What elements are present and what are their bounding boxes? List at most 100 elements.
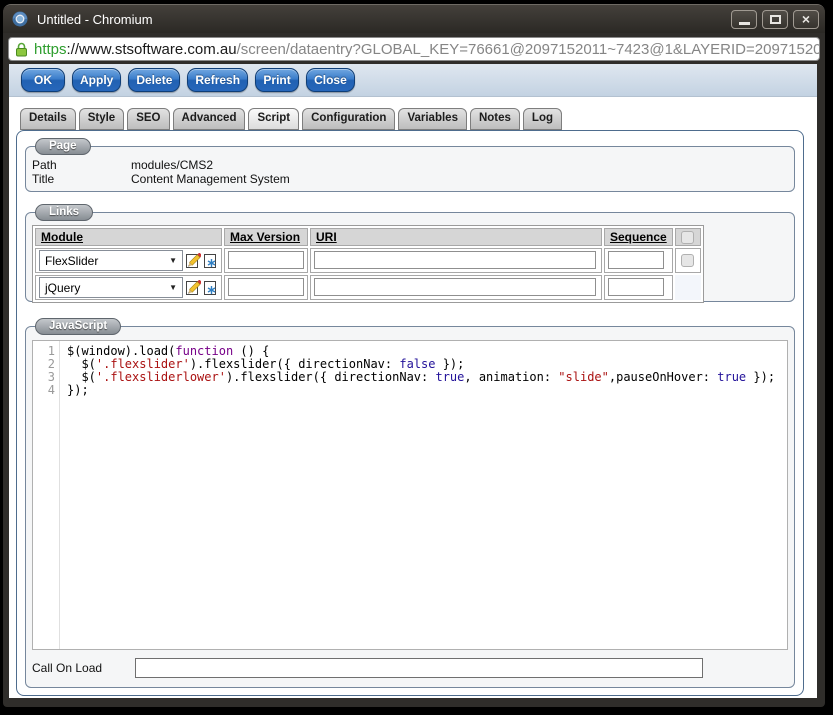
tab-configuration[interactable]: Configuration (302, 108, 395, 130)
uri-input[interactable] (314, 251, 596, 269)
new-module-button[interactable] (202, 253, 218, 269)
edit-module-button[interactable] (185, 253, 201, 269)
close-icon: × (802, 12, 810, 26)
line-number: 4 (33, 384, 55, 397)
code-token-plain: $( (67, 370, 96, 384)
browser-window: Untitled - Chromium × https://www.stsoft… (3, 4, 825, 707)
page-fieldset: Page Pathmodules/CMS2TitleContent Manage… (25, 146, 795, 192)
links-row: FlexSlider▼ (35, 248, 701, 273)
links-fieldset: Links ModuleMax VersionURISequence FlexS… (25, 212, 795, 302)
code-token-string: '.flexslider' (96, 357, 190, 371)
column-header-uri[interactable]: URI (310, 228, 602, 246)
web-page: OK Apply Delete Refresh Print Close DetailsSt… (9, 64, 817, 698)
edit-module-button[interactable] (185, 280, 201, 296)
code-token-atom: true (717, 370, 746, 384)
code-token-plain: $( (67, 357, 96, 371)
row-checkbox[interactable] (681, 254, 694, 267)
module-select[interactable]: FlexSlider▼ (39, 250, 183, 271)
column-header-module[interactable]: Module (35, 228, 222, 246)
links-row: jQuery▼ (35, 275, 701, 300)
field-label: Path (32, 158, 131, 172)
select-all-checkbox[interactable] (681, 231, 694, 244)
code-token-plain: }); (746, 370, 775, 384)
max-version-input[interactable] (228, 251, 304, 269)
print-button[interactable]: Print (255, 68, 299, 92)
code-token-plain: $(window).load( (67, 344, 175, 358)
code-editor[interactable]: 1234 $(window).load(function () { $('.fl… (32, 340, 788, 650)
module-select[interactable]: jQuery▼ (39, 277, 183, 298)
max-version-input[interactable] (228, 278, 304, 296)
tab-variables[interactable]: Variables (398, 108, 467, 130)
delete-button[interactable]: Delete (128, 68, 180, 92)
close-button[interactable]: × (793, 10, 819, 29)
call-on-load-row: Call On Load (32, 658, 788, 678)
apply-button[interactable]: Apply (72, 68, 121, 92)
column-header-sequence[interactable]: Sequence (604, 228, 673, 246)
field-row: Pathmodules/CMS2 (32, 158, 794, 172)
ok-button[interactable]: OK (21, 68, 65, 92)
column-header-label: Module (41, 230, 83, 244)
tab-script[interactable]: Script (248, 108, 299, 130)
maximize-icon (770, 15, 781, 24)
code-content: $(window).load(function () { $('.flexsli… (60, 341, 775, 649)
module-select-value: FlexSlider (45, 254, 98, 268)
sequence-input[interactable] (608, 251, 664, 269)
url-scheme: https (34, 41, 67, 58)
window-titlebar[interactable]: Untitled - Chromium × (3, 5, 825, 33)
code-token-keyword: function (175, 344, 233, 358)
window-title: Untitled - Chromium (37, 12, 726, 27)
sequence-input[interactable] (608, 278, 664, 296)
call-on-load-input[interactable] (135, 658, 703, 678)
code-token-plain: }); (435, 357, 464, 371)
column-header-label: Sequence (610, 230, 667, 244)
tab-log[interactable]: Log (523, 108, 562, 130)
browser-url-row: https://www.stsoftware.com.au/screen/dat… (3, 33, 825, 64)
code-token-plain: ,pauseOnHover: (609, 370, 717, 384)
tab-content: Page Pathmodules/CMS2TitleContent Manage… (16, 130, 804, 696)
tab-bar: DetailsStyleSEOAdvancedScriptConfigurati… (20, 108, 817, 130)
code-line: $('.flexsliderlower').flexslider({ direc… (67, 371, 775, 384)
code-token-plain: ).flexslider({ directionNav: (226, 370, 436, 384)
column-header-select (675, 228, 701, 246)
refresh-button[interactable]: Refresh (187, 68, 248, 92)
minimize-icon (739, 22, 750, 25)
links-table: Module Max Version URI Sequence FlexSlider▼… (32, 225, 704, 303)
column-header-label: Max Version (230, 230, 300, 244)
maximize-button[interactable] (762, 10, 788, 29)
javascript-fieldset: JavaScript 1234 $(window).load(function … (25, 326, 795, 688)
code-line: }); (67, 384, 775, 397)
field-label: Title (32, 172, 131, 186)
chromium-icon (12, 11, 28, 27)
page-legend: Page (35, 138, 91, 155)
module-select-value: jQuery (45, 281, 80, 295)
url-path: /screen/dataentry?GLOBAL_KEY=76661@20971… (237, 41, 819, 58)
field-value: Content Management System (131, 172, 290, 186)
tab-notes[interactable]: Notes (470, 108, 520, 130)
uri-input[interactable] (314, 278, 596, 296)
url-host: ://www.stsoftware.com.au (67, 41, 237, 58)
javascript-legend: JavaScript (35, 318, 121, 335)
page-fields: Pathmodules/CMS2TitleContent Management … (32, 158, 794, 186)
field-value: modules/CMS2 (131, 158, 213, 172)
line-numbers: 1234 (33, 341, 60, 649)
padlock-icon (15, 42, 28, 57)
close-button[interactable]: Close (306, 68, 355, 92)
module-cell: jQuery▼ (39, 277, 218, 298)
new-module-button[interactable] (202, 280, 218, 296)
field-row: TitleContent Management System (32, 172, 794, 186)
tab-seo[interactable]: SEO (127, 108, 169, 130)
address-bar[interactable]: https://www.stsoftware.com.au/screen/dat… (8, 37, 820, 61)
code-token-plain: ).flexslider({ directionNav: (190, 357, 400, 371)
links-legend: Links (35, 204, 93, 221)
code-token-string: '.flexsliderlower' (96, 370, 226, 384)
tab-advanced[interactable]: Advanced (173, 108, 246, 130)
url-text: https://www.stsoftware.com.au/screen/dat… (34, 41, 819, 58)
code-token-plain: }); (67, 383, 89, 397)
tab-style[interactable]: Style (79, 108, 125, 130)
column-header-max-version[interactable]: Max Version (224, 228, 308, 246)
tab-details[interactable]: Details (20, 108, 76, 130)
minimize-button[interactable] (731, 10, 757, 29)
links-header-row: Module Max Version URI Sequence (35, 228, 701, 246)
column-header-label: URI (316, 230, 337, 244)
code-token-string: "slide" (558, 370, 609, 384)
